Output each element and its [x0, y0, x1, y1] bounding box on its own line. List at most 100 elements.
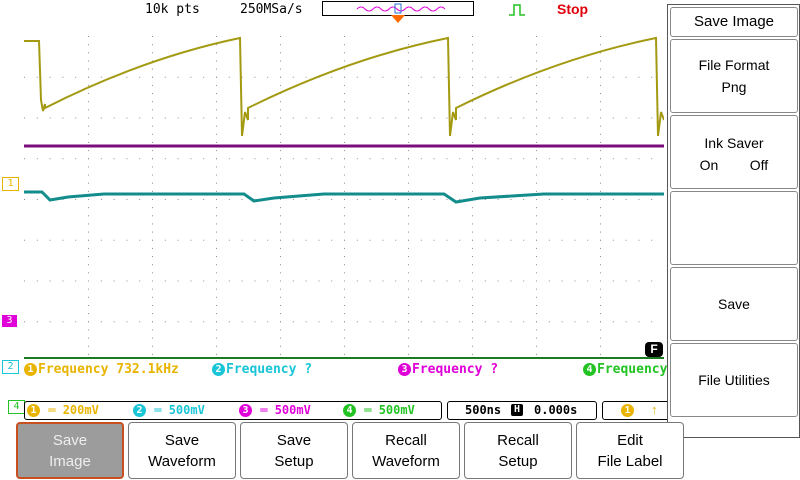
edit-file-label-softkey[interactable]: Edit File Label	[576, 422, 684, 479]
grid-dot	[408, 215, 409, 217]
grid-dot	[88, 101, 89, 103]
grid-dot	[88, 247, 89, 249]
grid-dot	[574, 239, 576, 241]
grid-dot	[344, 304, 345, 306]
grid-dot	[612, 239, 614, 241]
grid-dot	[88, 329, 89, 331]
grid-dot	[536, 93, 537, 95]
ch3-level-marker[interactable]: 3	[2, 315, 17, 327]
file-utilities-button[interactable]: File Utilities	[670, 343, 798, 417]
grid-dot	[344, 231, 345, 233]
file-format-button[interactable]: File Format Png	[670, 39, 798, 113]
grid-dot	[139, 280, 141, 282]
grid-dot	[472, 125, 473, 127]
grid-dot	[280, 166, 281, 168]
grid-dot	[548, 280, 550, 282]
save-button[interactable]: Save	[670, 267, 798, 341]
grid-dot	[100, 280, 102, 282]
grid-dot	[536, 141, 537, 143]
grid-dot	[408, 174, 409, 176]
grid-dot	[113, 239, 115, 241]
grid-dot	[228, 76, 230, 78]
grid-dot	[344, 280, 345, 282]
grid-dot	[446, 280, 448, 282]
grid-dot	[164, 158, 166, 160]
status-bar: 10k pts 250MSa/s Stop	[0, 0, 668, 23]
grid-dot	[152, 256, 153, 258]
grid-dot	[408, 337, 409, 339]
grid-dot	[216, 321, 217, 323]
grid-dot	[536, 239, 537, 241]
grid-dot	[638, 199, 640, 200]
waveform-graticule[interactable]	[24, 36, 664, 362]
ch2-level-marker[interactable]: 2	[2, 360, 19, 374]
grid-dot	[280, 125, 281, 127]
ch4-level-marker[interactable]: 4	[8, 400, 25, 414]
grid-dot	[331, 321, 333, 323]
grid-dot	[88, 288, 89, 290]
grid-dot	[548, 117, 550, 119]
softkey-label-line1: Save	[276, 431, 312, 449]
grid-dot	[600, 68, 601, 70]
ch2-waveform	[24, 190, 664, 204]
grid-dot	[152, 329, 153, 331]
ch1-scale[interactable]: 1 ═ 200mV	[27, 403, 99, 417]
grid-dot	[472, 288, 473, 290]
grid-dot	[216, 117, 217, 119]
grid-dot	[369, 158, 371, 160]
grid-dot	[280, 231, 281, 233]
recall-setup-softkey[interactable]: Recall Setup	[464, 422, 572, 479]
grid-dot	[88, 264, 89, 266]
ch2-scale[interactable]: 2 ═ 500mV	[133, 403, 205, 417]
grid-dot	[241, 199, 243, 200]
grid-dot	[472, 133, 473, 135]
grid-dot	[420, 158, 422, 160]
grid-dot	[88, 353, 89, 355]
grid-dot	[254, 158, 256, 160]
grid-dot	[536, 158, 537, 160]
grid-dot	[344, 296, 345, 298]
grid-dot	[600, 44, 601, 46]
ink-saver-label: Ink Saver	[704, 135, 764, 151]
ch3-scale[interactable]: 3 ═ 500mV	[239, 403, 311, 417]
ch1-level-marker[interactable]: 1	[2, 177, 19, 191]
grid-dot	[280, 190, 281, 192]
grid-dot	[228, 158, 230, 160]
grid-dot	[600, 101, 601, 103]
grid-dot	[292, 321, 294, 323]
grid-dot	[216, 280, 217, 282]
ink-saver-button[interactable]: Ink Saver On Off	[670, 115, 798, 189]
save-waveform-softkey[interactable]: Save Waveform	[128, 422, 236, 479]
save-image-softkey[interactable]: Save Image	[16, 422, 124, 479]
grid-dot	[600, 158, 601, 160]
grid-dot	[280, 272, 281, 274]
grid-dot	[216, 141, 217, 143]
grid-dot	[625, 199, 627, 200]
grid-dot	[254, 76, 256, 78]
grid-dot	[280, 109, 281, 111]
grid-dot	[536, 207, 537, 209]
grid-dot	[433, 117, 435, 119]
grid-dot	[536, 345, 537, 347]
grid-dot	[344, 141, 345, 143]
grid-dot	[612, 199, 614, 200]
grid-dot	[344, 133, 345, 135]
save-setup-softkey[interactable]: Save Setup	[240, 422, 348, 479]
grid-dot	[203, 280, 205, 282]
trigger-status-box[interactable]: 1 ↑	[602, 401, 670, 420]
grid-dot	[536, 321, 537, 323]
grid-dot	[88, 109, 89, 111]
grid-dot	[280, 60, 281, 62]
grid-dot	[152, 215, 153, 217]
timebase-box[interactable]: 500ns H 0.000s	[447, 401, 597, 420]
grid-dot	[625, 239, 627, 241]
grid-dot	[280, 141, 281, 143]
grid-dot	[395, 280, 397, 282]
grid-dot	[408, 109, 409, 111]
grid-dot	[152, 304, 153, 306]
recall-waveform-softkey[interactable]: Recall Waveform	[352, 422, 460, 479]
ch4-scale[interactable]: 4 ═ 500mV	[343, 403, 415, 417]
grid-dot	[472, 68, 473, 70]
grid-dot	[408, 199, 409, 200]
grid-dot	[292, 239, 294, 241]
